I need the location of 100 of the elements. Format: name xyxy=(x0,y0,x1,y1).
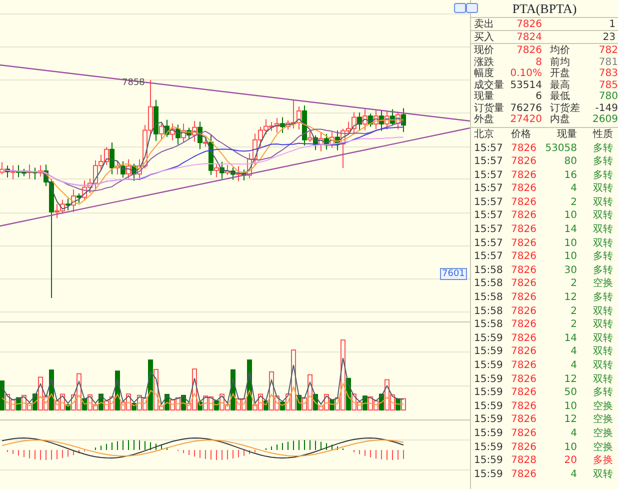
trade-price: 7826 xyxy=(511,386,538,400)
trade-type: 多转 xyxy=(592,250,614,264)
quote-value: 782 xyxy=(598,45,618,56)
trade-price: 7826 xyxy=(511,400,538,414)
trade-type: 多转 xyxy=(592,264,614,278)
trade-time: 15:57 xyxy=(473,168,504,182)
trade-volume: 12 xyxy=(563,372,577,386)
order-label: 卖出 xyxy=(473,18,495,30)
column-header: 现量 xyxy=(556,128,577,142)
trade-type: 双转 xyxy=(592,468,614,482)
trade-type: 双转 xyxy=(592,209,614,224)
trade-price: 7826 xyxy=(511,182,538,196)
trade-time: 15:57 xyxy=(473,236,504,250)
trade-volume: 4 xyxy=(570,359,577,373)
trade-volume: 20 xyxy=(563,454,577,468)
trade-price: 7826 xyxy=(511,304,538,318)
column-header: 北京 xyxy=(473,128,495,142)
trade-volume: 2 xyxy=(570,304,577,318)
quote-value: 2609 xyxy=(592,114,618,126)
quote-label: 外盘 xyxy=(473,114,494,126)
trade-type: 双转 xyxy=(592,359,614,373)
trade-price: 7828 xyxy=(511,454,538,468)
trade-volume: 14 xyxy=(563,223,577,237)
quote-label: 最低 xyxy=(549,91,571,102)
quote-value: -149 xyxy=(594,102,618,114)
quote-label: 幅度 xyxy=(473,68,495,80)
column-header: 性质 xyxy=(592,128,614,142)
trade-type: 双转 xyxy=(592,332,614,346)
trade-price: 7826 xyxy=(511,168,538,182)
trade-price: 7826 xyxy=(511,359,538,373)
trade-type: 双转 xyxy=(592,345,614,359)
order-price: 7826 xyxy=(516,18,542,30)
trade-type: 空换 xyxy=(592,413,614,427)
order-price: 7824 xyxy=(516,31,542,43)
high-price-label: 7858 xyxy=(122,78,145,88)
trade-time: 15:59 xyxy=(473,468,504,482)
quote-label: 订货量 xyxy=(473,102,505,114)
trade-volume: 4 xyxy=(570,426,577,441)
quote-label: 均价 xyxy=(549,45,571,56)
trade-price: 7826 xyxy=(511,413,538,427)
trade-time: 15:57 xyxy=(473,223,504,237)
trade-volume: 2 xyxy=(570,196,577,210)
quote-value: 27420 xyxy=(509,114,542,126)
quote-label: 现价 xyxy=(473,45,495,56)
trade-time: 15:58 xyxy=(473,264,504,278)
trade-type: 双转 xyxy=(592,372,614,386)
trade-type: 空换 xyxy=(592,440,614,454)
quote-value: 76276 xyxy=(509,102,542,114)
quote-value: 8 xyxy=(534,56,542,68)
trade-time: 15:59 xyxy=(473,359,504,373)
trade-price: 7826 xyxy=(511,155,538,169)
trade-volume: 10 xyxy=(563,209,577,224)
trade-volume: 30 xyxy=(563,264,577,278)
trade-type: 多换 xyxy=(592,454,614,468)
quote-value: 7826 xyxy=(516,45,542,56)
quote-label: 开盘 xyxy=(549,68,571,80)
quote-value: 785 xyxy=(598,80,618,91)
trade-time: 15:59 xyxy=(473,386,504,400)
trade-time: 15:57 xyxy=(473,196,504,210)
quote-label: 前均 xyxy=(549,56,571,68)
trade-volume: 10 xyxy=(563,236,577,250)
trade-price: 7826 xyxy=(511,264,538,278)
order-volume: 23 xyxy=(602,31,616,43)
trade-type: 多转 xyxy=(592,386,614,400)
trade-time: 15:59 xyxy=(473,413,504,427)
quote-label: 内盘 xyxy=(549,114,570,126)
trade-type: 空换 xyxy=(592,400,614,414)
quote-label: 现量 xyxy=(473,91,495,102)
trade-volume: 10 xyxy=(563,250,577,264)
trade-volume: 12 xyxy=(563,413,577,427)
quote-value: 783 xyxy=(598,68,618,80)
trade-price: 7826 xyxy=(511,345,538,359)
trade-volume: 80 xyxy=(563,155,577,169)
trade-price: 7826 xyxy=(511,142,538,156)
trade-volume: 4 xyxy=(570,182,577,196)
trade-type: 双转 xyxy=(592,182,614,196)
quote-label: 订货差 xyxy=(549,102,581,114)
trade-time: 15:59 xyxy=(473,372,504,386)
trade-type: 双转 xyxy=(592,236,614,250)
trade-time: 15:57 xyxy=(473,250,504,264)
trade-volume: 2 xyxy=(570,277,577,292)
trade-time: 15:57 xyxy=(473,209,504,224)
quote-value: 53514 xyxy=(509,80,542,91)
trade-time: 15:59 xyxy=(473,332,504,346)
trade-volume: 53058 xyxy=(544,142,577,156)
order-volume: 1 xyxy=(609,18,616,30)
trade-price: 7826 xyxy=(511,223,538,237)
trade-price: 7826 xyxy=(511,277,538,292)
trade-price: 7826 xyxy=(511,291,538,305)
trade-time: 15:58 xyxy=(473,318,504,332)
trade-volume: 50 xyxy=(563,386,577,400)
instrument-title: PTA(BPTA) xyxy=(471,0,618,18)
trade-time: 15:59 xyxy=(473,440,504,454)
trade-type: 双转 xyxy=(592,223,614,237)
trade-type: 多转 xyxy=(592,291,614,305)
quote-value: 6 xyxy=(534,91,542,102)
trade-type: 空换 xyxy=(592,277,614,292)
quote-label: 最高 xyxy=(549,80,571,91)
trade-price: 7826 xyxy=(511,250,538,264)
trade-time: 15:58 xyxy=(473,277,504,292)
